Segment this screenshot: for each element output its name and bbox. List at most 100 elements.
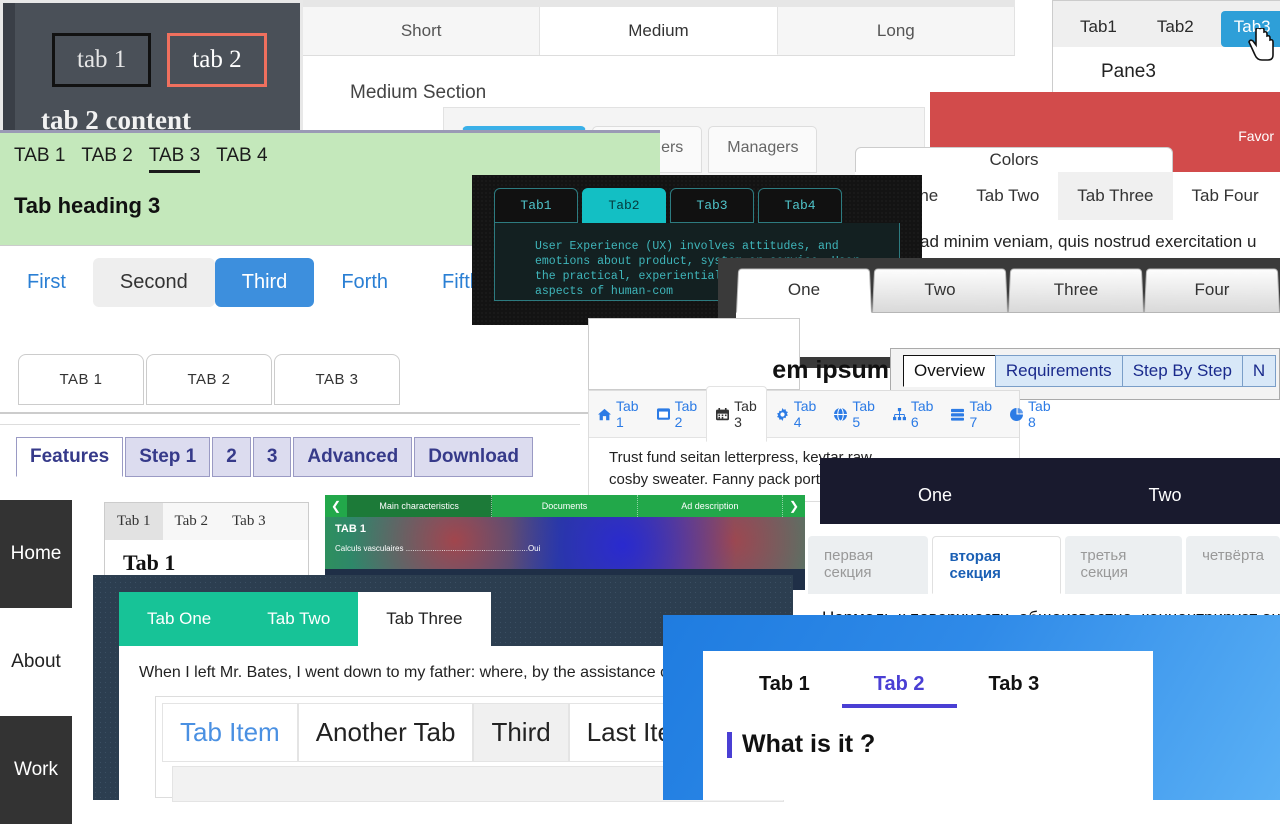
tab-label: Tab 3	[734, 398, 757, 430]
tab-tab-1[interactable]: TAB 1	[14, 145, 65, 173]
tab-label: One	[787, 280, 821, 299]
rounded-tab-panel: TAB 1 TAB 2 TAB 3	[0, 342, 600, 414]
tab-n[interactable]: N	[1241, 355, 1277, 387]
tab-download[interactable]: Download	[414, 437, 533, 477]
tab-tab-2[interactable]: Tab 2	[648, 387, 707, 441]
tab-second[interactable]: Second	[92, 258, 215, 307]
tab-short[interactable]: Short	[303, 7, 541, 55]
tab-tab-1[interactable]: tab 1	[52, 33, 152, 87]
tab-pervaya-sekciya[interactable]: первая секция	[808, 536, 929, 594]
segment-documents[interactable]: Documents	[492, 495, 638, 517]
tab-tab-3[interactable]: TAB 3	[274, 354, 400, 405]
tab-tretya-sekciya[interactable]: третья секция	[1064, 536, 1183, 594]
tab-first[interactable]: First	[0, 258, 93, 307]
carousel-tablist: ❮ Main characteristics Documents Ad desc…	[325, 495, 805, 517]
features-tablist: Features Step 1 2 3 Advanced Download	[0, 425, 580, 477]
tab-label: tab 2	[192, 46, 242, 73]
tab-three[interactable]: Three	[1008, 267, 1144, 313]
tab-label: Three	[1053, 280, 1099, 299]
tab-medium[interactable]: Medium	[540, 7, 778, 55]
tab-third[interactable]: Third	[214, 258, 315, 307]
tab-forth[interactable]: Forth	[314, 258, 415, 307]
tab-2[interactable]: 2	[212, 437, 251, 477]
tab-tab-one[interactable]: Tab One	[119, 592, 240, 646]
chevron-right-icon[interactable]: ❯	[782, 495, 805, 517]
tab-tab-2[interactable]: TAB 2	[81, 145, 132, 173]
globe-icon	[834, 407, 848, 421]
tab-tab-three[interactable]: Tab Three	[358, 592, 491, 646]
tab-managers[interactable]: Managers	[708, 126, 818, 173]
tab-tab-3[interactable]: Tab 3	[957, 665, 1072, 708]
tab-advanced[interactable]: Advanced	[293, 437, 413, 477]
tab-tab-1[interactable]: Tab 1	[589, 387, 648, 441]
sidebar-item-home[interactable]: Home	[0, 500, 72, 608]
tab-tab-6[interactable]: Tab 6	[884, 387, 943, 441]
blue-card-heading: What is it ?	[742, 730, 876, 758]
sidebar-item-work[interactable]: Work	[0, 716, 72, 824]
tab-tab-three[interactable]: Tab Three	[1058, 172, 1173, 220]
blue-card-heading-row: What is it ?	[703, 708, 1153, 759]
tab-tab-two[interactable]: Tab Two	[957, 172, 1058, 220]
tab-tab-4[interactable]: Tab 4	[767, 387, 826, 441]
tab-tab2[interactable]: Tab2	[1144, 11, 1207, 47]
segment-main-characteristics[interactable]: Main characteristics	[347, 495, 493, 517]
medium-section-title: Medium Section	[350, 82, 487, 103]
tab-tab-2[interactable]: tab 2	[167, 33, 267, 87]
tab-tab-item[interactable]: Tab Item	[162, 703, 298, 762]
carousel-content-title: TAB 1	[335, 523, 366, 535]
tab-tab-two[interactable]: Tab Two	[239, 592, 359, 646]
tab-vtoraya-sekciya[interactable]: вторая секция	[932, 536, 1061, 594]
tab-two[interactable]: Two	[872, 267, 1008, 313]
lorem-text: em ipsum	[772, 356, 889, 384]
tab-label: Tab 5	[852, 398, 875, 430]
tab-four[interactable]: Four	[1144, 267, 1280, 313]
tab-tab1[interactable]: Tab1	[1067, 11, 1130, 47]
sitemap-icon	[892, 407, 906, 421]
tab-3[interactable]: 3	[252, 437, 292, 477]
dark-onetwo-nav: One Two	[820, 458, 1280, 524]
tab-tab-2[interactable]: Tab 2	[163, 503, 221, 540]
tab-one[interactable]: One	[820, 458, 1050, 506]
tab-step-by-step[interactable]: Step By Step	[1121, 355, 1243, 387]
skewed-tablist: One Two Three Four	[718, 258, 1280, 313]
tab-tab-four[interactable]: Tab Four	[1173, 172, 1278, 220]
left-sidebar: Home About Work	[0, 500, 72, 824]
tab-tab-1[interactable]: Tab 1	[105, 503, 163, 540]
features-tab-panel: Features Step 1 2 3 Advanced Download	[0, 424, 580, 502]
tab-long[interactable]: Long	[778, 7, 1015, 55]
tab-step-1[interactable]: Step 1	[125, 437, 211, 477]
tab-tab-1[interactable]: TAB 1	[18, 354, 144, 405]
tab-tab-8[interactable]: Tab 8	[1001, 387, 1060, 441]
tab-tab-7[interactable]: Tab 7	[942, 387, 1001, 441]
tab-tab-1[interactable]: Tab 1	[727, 665, 842, 708]
jquery-pane: Pane3	[1101, 61, 1156, 82]
tab-one[interactable]: One	[736, 267, 872, 313]
tab-tab1[interactable]: Tab1	[494, 188, 578, 223]
teal-tablist: Tab1 Tab2 Tab3 Tab4	[472, 175, 922, 223]
russian-tablist: первая секция вторая секция третья секци…	[800, 524, 1280, 594]
tab-third[interactable]: Third	[473, 703, 569, 762]
server-icon	[951, 408, 965, 421]
tab-two[interactable]: Two	[1050, 458, 1280, 506]
tab-tab-3[interactable]: Tab 3	[220, 503, 278, 540]
tab-features[interactable]: Features	[16, 437, 124, 477]
tab-overview[interactable]: Overview	[903, 355, 996, 387]
tab-tab2[interactable]: Tab2	[582, 188, 666, 223]
tab-tab-2[interactable]: TAB 2	[146, 354, 272, 405]
russian-tab-panel: первая секция вторая секция третья секци…	[800, 524, 1280, 627]
tab-tab4[interactable]: Tab4	[758, 188, 842, 223]
tab-chetvertaya-sekciya[interactable]: четвёрта	[1186, 536, 1280, 594]
tab-tab-5[interactable]: Tab 5	[825, 387, 884, 441]
chevron-left-icon[interactable]: ❮	[325, 495, 347, 517]
tab-requirements[interactable]: Requirements	[994, 355, 1123, 387]
tab-tab3[interactable]: Tab3	[670, 188, 754, 223]
green-tablist: TAB 1 TAB 2 TAB 3 TAB 4	[0, 133, 660, 173]
sidebar-item-about[interactable]: About	[0, 608, 72, 716]
tab-tab-4[interactable]: TAB 4	[216, 145, 267, 173]
segment-ad-description[interactable]: Ad description	[637, 495, 783, 517]
pointer-hand-icon	[1248, 27, 1276, 62]
tab-tab-3[interactable]: Tab 3	[706, 386, 767, 442]
tab-tab-2[interactable]: Tab 2	[841, 665, 957, 708]
tab-tab-3[interactable]: TAB 3	[148, 145, 201, 173]
tab-another-tab[interactable]: Another Tab	[297, 703, 474, 762]
